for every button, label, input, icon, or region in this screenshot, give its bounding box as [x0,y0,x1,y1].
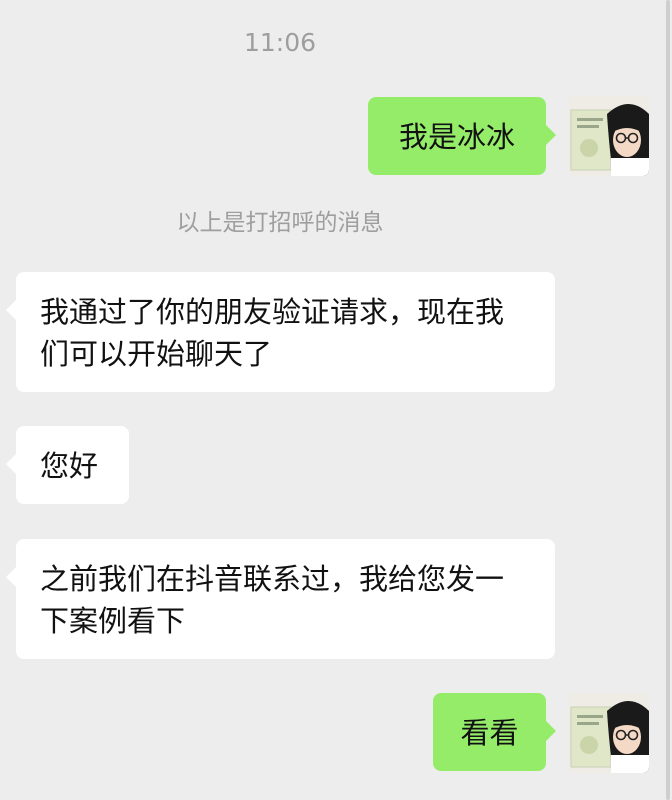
message-text: 我通过了你的朋友验证请求，现在我们可以开始聊天了 [40,295,505,371]
message-bubble-outgoing[interactable]: 我是冰冰 [368,97,556,175]
message-text: 我是冰冰 [398,120,515,154]
message-text: 之前我们在抖音联系过，我给您发一下案例看下 [40,562,505,638]
avatar[interactable] [569,96,649,176]
user-avatar-icon [569,693,649,773]
message-bubble-incoming[interactable]: 您好 [6,426,129,504]
message-bubble-outgoing[interactable]: 看看 [433,693,556,771]
message-text: 看看 [460,716,519,750]
message-bubble-incoming[interactable]: 之前我们在抖音联系过，我给您发一下案例看下 [6,539,555,659]
system-notice: 以上是打招呼的消息 [176,210,384,236]
user-avatar-icon [569,96,649,176]
scrollbar[interactable] [666,0,670,800]
message-bubble-incoming[interactable]: 我通过了你的朋友验证请求，现在我们可以开始聊天了 [6,272,555,392]
avatar[interactable] [569,693,649,773]
message-text: 您好 [40,449,99,483]
timestamp: 11:06 [243,28,317,57]
